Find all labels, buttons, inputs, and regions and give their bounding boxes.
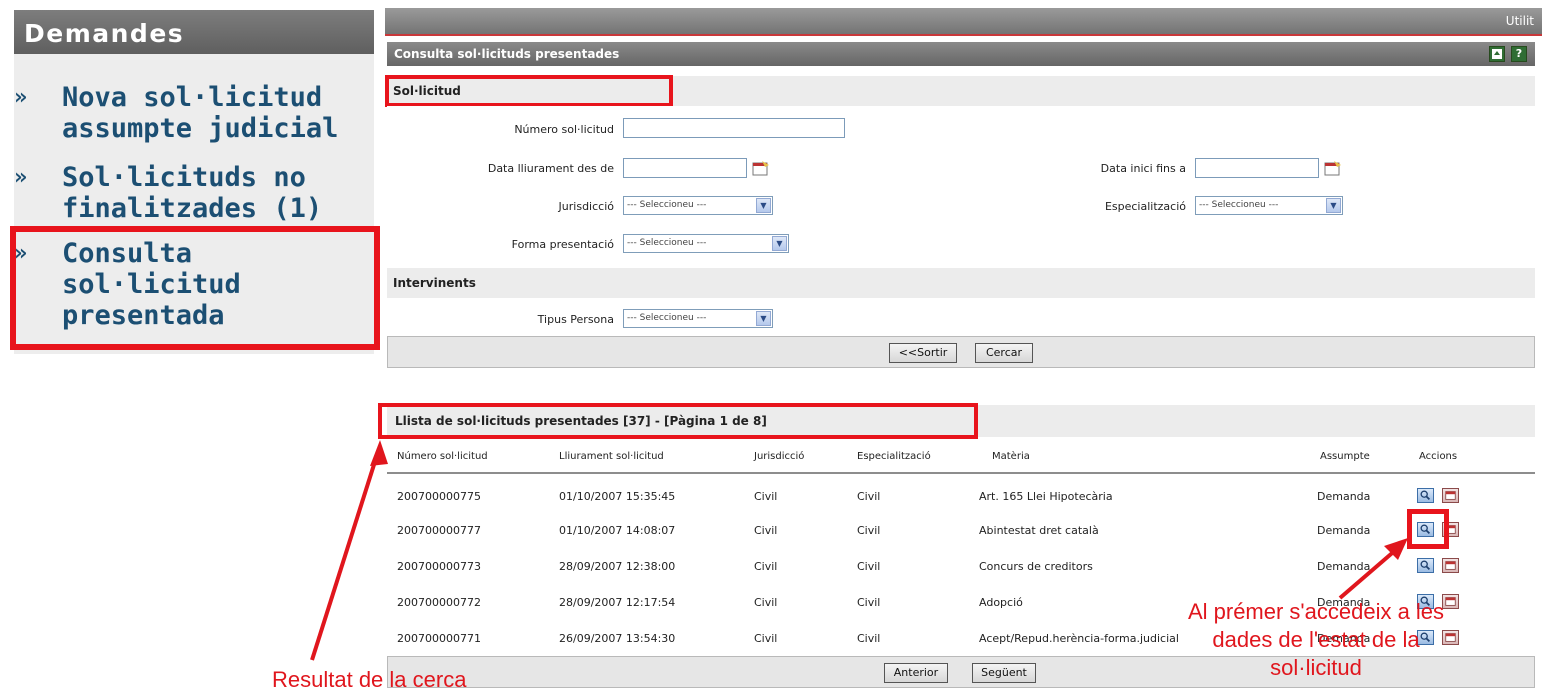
forma-label: Forma presentació: [511, 238, 614, 251]
help-icon[interactable]: ?: [1511, 46, 1527, 62]
table-row: 200700000773 28/09/2007 12:38:00 Civil C…: [387, 548, 1535, 582]
print-icon[interactable]: [1442, 558, 1459, 573]
annotation-accedeix: Al prémer s'accedeix a les dades de l'es…: [1187, 599, 1445, 680]
cell-numero: 200700000775: [397, 490, 481, 503]
cell-assumpte: Demanda: [1317, 524, 1371, 537]
especialitzacio-label: Especialització: [1104, 200, 1186, 213]
cell-lliurament: 01/10/2007 15:35:45: [559, 490, 676, 503]
sidebar: Demandes » Nova sol·licitud assumpte jud…: [0, 0, 385, 697]
chevron-down-icon: ▼: [756, 198, 771, 213]
column-header: Lliurament sol·licitud: [559, 451, 664, 462]
chevron-down-icon: ▼: [756, 311, 771, 326]
cell-especialitzacio: Civil: [857, 596, 881, 609]
cell-numero: 200700000771: [397, 632, 481, 645]
tipus-persona-select[interactable]: --- Seleccioneu --- ▼: [623, 309, 773, 328]
top-bar: Utilit: [385, 8, 1542, 36]
column-header: Assumpte: [1320, 451, 1370, 462]
chevron-down-icon: ▼: [772, 236, 787, 251]
table-row: 200700000775 01/10/2007 15:35:45 Civil C…: [387, 478, 1535, 512]
jurisdiccio-select[interactable]: --- Seleccioneu --- ▼: [623, 196, 773, 215]
cell-lliurament: 26/09/2007 13:54:30: [559, 632, 676, 645]
sidebar-item-label: Sol·licituds no finalitzades (1): [62, 162, 323, 224]
cell-numero: 200700000772: [397, 596, 481, 609]
data-lliurament-input[interactable]: [623, 158, 747, 178]
cell-materia: Abintestat dret català: [979, 524, 1099, 537]
highlight-box: [10, 226, 380, 350]
data-lliurament-label: Data lliurament des de: [487, 162, 614, 175]
cell-especialitzacio: Civil: [857, 490, 881, 503]
chevron-down-icon: ▼: [1326, 198, 1341, 213]
section-title: Intervinents: [393, 276, 476, 290]
jurisdiccio-label: Jurisdicció: [558, 200, 614, 213]
table-row: 200700000777 01/10/2007 14:08:07 Civil C…: [387, 512, 1535, 546]
column-header: Especialització: [857, 451, 931, 462]
cell-materia: Adopció: [979, 596, 1023, 609]
cell-jurisdiccio: Civil: [754, 596, 778, 609]
cell-jurisdiccio: Civil: [754, 524, 778, 537]
data-inici-label: Data inici fins a: [1100, 162, 1186, 175]
highlight-box: [378, 403, 978, 439]
cell-especialitzacio: Civil: [857, 524, 881, 537]
forma-select[interactable]: --- Seleccioneu --- ▼: [623, 234, 789, 253]
print-icon[interactable]: [1442, 488, 1459, 503]
sidebar-item-label: Nova sol·licitud assumpte judicial: [62, 82, 339, 144]
select-value: --- Seleccioneu ---: [627, 313, 707, 323]
next-page-button[interactable]: Següent: [972, 663, 1036, 683]
cercar-button[interactable]: Cercar: [975, 343, 1033, 363]
page-title: Consulta sol·licituds presentades: [394, 47, 620, 61]
column-header: Número sol·licitud: [397, 451, 488, 462]
data-inici-input[interactable]: [1195, 158, 1319, 178]
cell-jurisdiccio: Civil: [754, 560, 778, 573]
highlight-box: [1407, 509, 1449, 549]
especialitzacio-select[interactable]: --- Seleccioneu --- ▼: [1195, 196, 1343, 215]
cell-lliurament: 28/09/2007 12:38:00: [559, 560, 676, 573]
tipus-persona-label: Tipus Persona: [537, 313, 614, 326]
search-icon[interactable]: [1417, 488, 1434, 503]
panel-title: Consulta sol·licituds presentades ?: [387, 42, 1535, 66]
select-value: --- Seleccioneu ---: [1199, 200, 1279, 210]
cell-lliurament: 01/10/2007 14:08:07: [559, 524, 676, 537]
calendar-icon[interactable]: [1324, 160, 1342, 176]
annotation-resultat: Resultat de la cerca: [272, 667, 467, 692]
select-value: --- Seleccioneu ---: [627, 238, 707, 248]
calendar-icon[interactable]: [752, 160, 770, 176]
cell-materia: Art. 165 Llei Hipotecària: [979, 490, 1113, 503]
cell-numero: 200700000773: [397, 560, 481, 573]
cell-especialitzacio: Civil: [857, 632, 881, 645]
cell-assumpte: Demanda: [1317, 560, 1371, 573]
cell-numero: 200700000777: [397, 524, 481, 537]
highlight-box: [385, 75, 673, 107]
cell-materia: Concurs de creditors: [979, 560, 1093, 573]
table-header: Número sol·licitud Lliurament sol·licitu…: [387, 440, 1535, 474]
previous-page-button[interactable]: Anterior: [884, 663, 948, 683]
chevron-right-icon: »: [14, 85, 28, 110]
select-value: --- Seleccioneu ---: [627, 200, 707, 210]
form-actions: <<Sortir Cercar: [387, 336, 1535, 368]
sortir-button[interactable]: <<Sortir: [889, 343, 957, 363]
column-header: Matèria: [992, 451, 1030, 462]
cell-assumpte: Demanda: [1317, 490, 1371, 503]
topbar-utilities[interactable]: Utilit: [1506, 14, 1534, 28]
numero-label: Número sol·licitud: [514, 123, 614, 136]
cell-materia: Acept/Repud.herència-forma.judicial: [979, 632, 1179, 645]
export-icon[interactable]: [1489, 46, 1505, 62]
cell-especialitzacio: Civil: [857, 560, 881, 573]
column-header: Accions: [1419, 451, 1458, 462]
cell-jurisdiccio: Civil: [754, 490, 778, 503]
cell-jurisdiccio: Civil: [754, 632, 778, 645]
numero-input[interactable]: [623, 118, 845, 138]
column-header: Jurisdicció: [754, 451, 805, 462]
sidebar-title: Demandes: [14, 10, 374, 54]
cell-lliurament: 28/09/2007 12:17:54: [559, 596, 676, 609]
chevron-right-icon: »: [14, 165, 28, 190]
search-icon[interactable]: [1417, 558, 1434, 573]
section-intervinents: Intervinents: [387, 268, 1535, 298]
